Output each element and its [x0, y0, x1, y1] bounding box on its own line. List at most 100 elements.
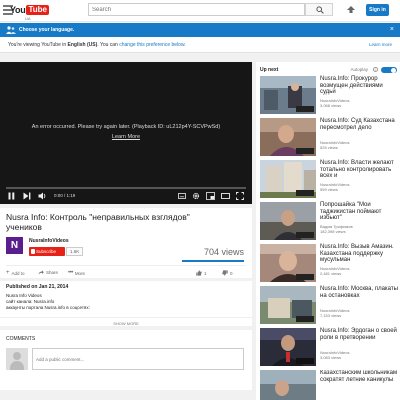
related-video-item[interactable]: Nusra.Info: Власти желают тотально контр… [260, 160, 398, 198]
add-to-label: Add to [11, 270, 25, 276]
related-video-title: Nusra.Info: Вызыв Амазин. Казахстана под… [320, 244, 394, 264]
comment-input[interactable] [32, 348, 244, 370]
close-icon[interactable]: × [390, 26, 394, 33]
share-button[interactable]: Share [38, 270, 58, 275]
video-thumbnail [260, 370, 316, 400]
thumbs-up-icon [196, 270, 202, 276]
more-label: More [74, 270, 86, 276]
like-button[interactable]: 1 [196, 270, 207, 276]
subscribe-button[interactable]: Subscribe [29, 247, 65, 256]
thumbs-down-icon [222, 270, 228, 276]
progress-bar[interactable] [6, 187, 246, 189]
player-controls: 0:00 / 1:19 [0, 186, 252, 204]
language-notice-title: Choose your language. [19, 27, 75, 33]
miniplayer-icon[interactable] [206, 192, 215, 200]
video-player[interactable]: An error occurred. Please try again late… [0, 62, 252, 204]
language-msg-prefix: You're viewing YouTube in [8, 42, 68, 48]
related-video-views: 525 views [320, 145, 338, 150]
dislike-count: 0 [230, 270, 233, 276]
logo-you-text: You [10, 5, 26, 15]
people-icon [6, 26, 16, 34]
related-video-item[interactable]: Nusra.Info: Эрдоган о своей роли в претв… [260, 328, 398, 366]
subscriber-count: 1.6K [66, 247, 84, 256]
sentiment-bar-fill [182, 260, 244, 262]
language-msg-middle: . You can [97, 42, 120, 48]
next-icon[interactable] [23, 192, 31, 200]
show-more-button[interactable]: SHOW MORE [0, 317, 252, 326]
video-thumbnail [260, 244, 316, 282]
fullscreen-icon[interactable] [236, 192, 244, 200]
captions-icon[interactable] [178, 192, 186, 200]
change-language-link[interactable]: change this preference below [119, 42, 184, 48]
related-video-views: 3,083 views [320, 355, 342, 360]
upload-icon[interactable] [346, 5, 356, 15]
related-video-item[interactable]: Nusra.Info: Суд Казахстана пересмотрел д… [260, 118, 398, 156]
description-line: сайт канала: Nusra.info [6, 299, 55, 304]
related-video-title: Nusra.Info: Власти желают тотально контр… [320, 160, 394, 180]
search-input[interactable] [88, 3, 305, 16]
like-count: 1 [204, 270, 207, 276]
video-thumbnail [260, 202, 316, 240]
video-thumbnail [260, 160, 316, 198]
language-notice-body: You're viewing YouTube in English (US). … [0, 37, 400, 53]
related-video-views: 3,068 views [320, 103, 342, 108]
search-icon [316, 6, 324, 14]
related-video-title: Nusra.Info: Москва, плакаты на остановка… [320, 286, 398, 299]
video-thumbnail [260, 76, 316, 114]
logo-tube-text: Tube [26, 5, 49, 15]
share-label: Share [46, 270, 59, 275]
region-code: UA [25, 16, 31, 21]
description-line: Nusra Info Videos [6, 293, 42, 298]
related-video-item[interactable]: Казахстанским школьникам сократят летние… [260, 370, 398, 400]
language-msg-suffix: . [184, 42, 186, 48]
channel-avatar[interactable]: N [6, 237, 23, 254]
info-icon[interactable]: i [373, 67, 378, 72]
more-button[interactable]: ••• More [68, 270, 85, 276]
dislike-button[interactable]: 0 [222, 270, 233, 276]
player-error-message: An error occurred. Please try again late… [31, 124, 221, 130]
user-avatar [6, 348, 28, 370]
autoplay-toggle[interactable] [381, 67, 397, 73]
comments-header: COMMENTS [6, 336, 36, 342]
sentiment-bar [182, 260, 244, 262]
volume-icon[interactable] [38, 192, 47, 200]
learn-more-link[interactable]: Learn more [369, 42, 392, 47]
related-video-title: Nusra.Info: Суд Казахстана пересмотрел д… [320, 118, 395, 131]
autoplay-label: Autoplay [350, 67, 368, 72]
channel-name[interactable]: NusraInfoVideos [29, 238, 69, 244]
share-icon [38, 270, 44, 275]
related-video-views: 559 views [320, 187, 338, 192]
related-video-title: Попрошайка "Мои таджикистан поймают избь… [320, 202, 382, 222]
sign-in-button[interactable]: Sign in [366, 4, 389, 16]
search-button[interactable] [305, 3, 333, 16]
settings-gear-icon[interactable] [192, 192, 200, 200]
related-video-item[interactable]: Попрошайка "Мои таджикистан поймают избь… [260, 202, 398, 240]
description-line: аккаунты портала Nusra.info в соцсетях: [6, 305, 90, 310]
related-video-views: 7,153 views [320, 313, 342, 318]
related-video-item[interactable]: Nusra.Info: Прокурор возмущен действиями… [260, 76, 398, 114]
comments-card: COMMENTS [0, 330, 252, 390]
view-count: 704 views [203, 247, 244, 257]
related-video-title: Nusra.Info: Прокурор возмущен действиями… [320, 76, 383, 96]
related-video-item[interactable]: Nusra.Info: Вызыв Амазин. Казахстана под… [260, 244, 398, 282]
masthead: You Tube UA Sign in [0, 0, 400, 22]
theater-mode-icon[interactable] [221, 192, 230, 200]
publish-date: Published on Jan 21, 2014 [6, 284, 69, 290]
related-video-title: Nusra.Info: Эрдоган о своей роли в претв… [320, 328, 397, 341]
video-info-card: Nusra Info: Контроль "неправильных взгля… [0, 208, 252, 278]
up-next-label: Up next [260, 67, 279, 73]
divider [6, 265, 246, 266]
video-thumbnail [260, 286, 316, 324]
youtube-logo[interactable]: You Tube [10, 3, 49, 17]
related-video-item[interactable]: Nusra.Info: Москва, плакаты на остановка… [260, 286, 398, 324]
add-to-button[interactable]: + Add to [6, 270, 25, 276]
player-error-learn-more[interactable]: Learn More [0, 134, 252, 140]
pause-icon[interactable] [8, 192, 15, 200]
plus-icon: + [6, 270, 10, 276]
related-video-views: 2,481 views [320, 271, 342, 276]
video-title: Nusra Info: Контроль "неправильных взгля… [6, 212, 190, 232]
language-notice-header: Choose your language. × [0, 23, 400, 37]
language-notice-text: You're viewing YouTube in English (US). … [8, 42, 186, 48]
related-sidebar: Up next Autoplay i Nusra.Info: Прокурор … [256, 62, 400, 400]
related-video-title: Казахстанским школьникам сократят летние… [320, 370, 398, 383]
